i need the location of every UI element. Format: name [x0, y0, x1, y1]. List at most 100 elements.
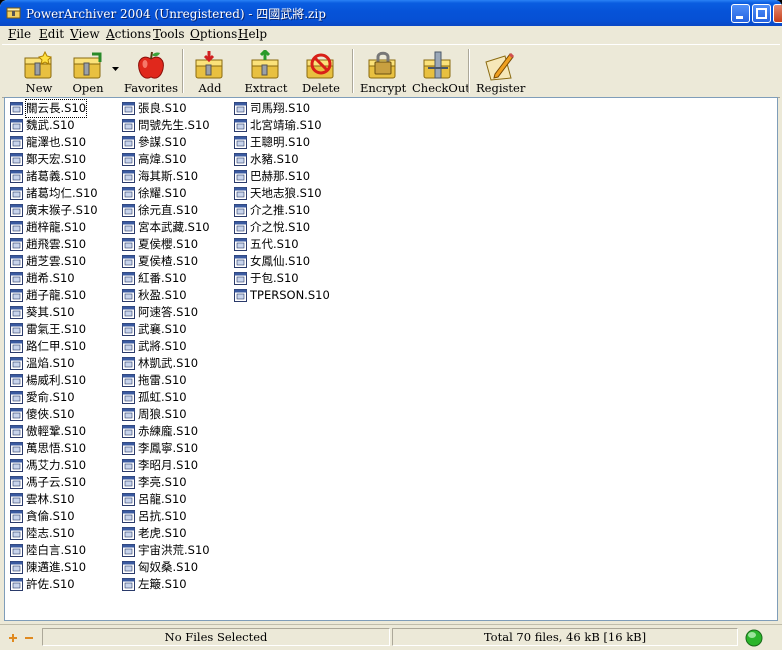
open-dropdown-arrow-icon[interactable]: [112, 67, 119, 72]
file-name: 呂龍.S10: [138, 492, 187, 506]
file-name: 李亮.S10: [138, 475, 187, 489]
file-icon: [10, 408, 23, 421]
file-name: 趙飛雲.S10: [26, 237, 87, 251]
file-name: 武將.S10: [138, 339, 187, 353]
file-icon: [10, 289, 23, 302]
collapse-minus-icon[interactable]: [24, 633, 34, 643]
file-list-pane[interactable]: 關云長.S10 魏武.S10 龍澤也.S10 鄭天宏.S10 諸葛義.S10 諸葛均仁.S…: [4, 97, 778, 621]
file-name: 阿速答.S10: [138, 305, 199, 319]
toolbar-separator: [468, 49, 470, 93]
checkout-button[interactable]: CheckOut: [412, 48, 470, 95]
file-icon: [234, 238, 247, 251]
app-icon[interactable]: [6, 5, 21, 20]
file-name: 左簸.S10: [138, 577, 187, 591]
file-icon: [122, 119, 135, 132]
file-name: 拖雷.S10: [138, 373, 187, 387]
file-icon: [234, 272, 247, 285]
file-name: 李昭月.S10: [138, 458, 199, 472]
menu-view[interactable]: View: [70, 27, 100, 41]
menu-actions[interactable]: Actions: [106, 27, 151, 41]
extract-label: Extract: [244, 81, 288, 95]
file-icon: [10, 119, 23, 132]
file-name: 陸白言.S10: [26, 543, 87, 557]
file-icon: [122, 238, 135, 251]
file-icon: [10, 527, 23, 540]
file-icon: [234, 255, 247, 268]
file-name: 鄭天宏.S10: [26, 152, 87, 166]
file-icon: [122, 340, 135, 353]
file-name: 李鳳寧.S10: [138, 441, 199, 455]
open-button[interactable]: Open: [64, 48, 112, 95]
title-bar[interactable]: PowerArchiver 2004 (Unregistered) - 四國武將…: [0, 0, 782, 26]
favorites-button[interactable]: Favorites: [124, 48, 178, 95]
file-name: 老虎.S10: [138, 526, 187, 540]
app-window: PowerArchiver 2004 (Unregistered) - 四國武將…: [0, 0, 782, 650]
file-name: 趙希.S10: [26, 271, 75, 285]
file-icon: [10, 476, 23, 489]
encrypt-label: Encrypt: [360, 81, 407, 95]
file-name: 許佐.S10: [26, 577, 75, 591]
file-name: 武襄.S10: [138, 322, 187, 336]
file-icon: [122, 493, 135, 506]
file-name: 孤虹.S10: [138, 390, 187, 404]
total-files-status: Total 70 files, 46 kB [16 kB]: [392, 628, 738, 646]
register-pencil-icon: [485, 52, 515, 81]
file-icon: [234, 102, 247, 115]
menu-options[interactable]: Options: [190, 27, 237, 41]
open-label: Open: [72, 81, 104, 95]
expand-plus-icon[interactable]: [8, 633, 18, 643]
minimize-icon: [736, 16, 743, 19]
file-icon: [122, 510, 135, 523]
file-name: 林凱武.S10: [138, 356, 199, 370]
file-name: 貪倫.S10: [26, 509, 75, 523]
file-name: 周狼.S10: [138, 407, 187, 421]
encrypt-button[interactable]: Encrypt: [360, 48, 406, 95]
lock-icon: [368, 51, 396, 79]
file-icon: [10, 561, 23, 574]
file-icon: [122, 204, 135, 217]
menu-bar: File Edit View Actions Tools Options Hel…: [0, 26, 782, 43]
file-icon: [10, 357, 23, 370]
file-icon: [122, 272, 135, 285]
new-button[interactable]: New: [16, 48, 62, 95]
file-icon: [122, 374, 135, 387]
file-icon: [10, 187, 23, 200]
file-icon: [122, 442, 135, 455]
extract-button[interactable]: Extract: [242, 48, 290, 95]
add-button[interactable]: Add: [190, 48, 230, 95]
menu-tools[interactable]: Tools: [153, 27, 185, 41]
file-icon: [10, 459, 23, 472]
toolbar-separator: [182, 49, 184, 93]
extract-files-icon: [251, 50, 279, 79]
menu-file[interactable]: File: [8, 27, 31, 41]
delete-button[interactable]: Delete: [300, 48, 342, 95]
menu-help[interactable]: Help: [238, 27, 267, 41]
file-name: 天地志狼.S10: [250, 186, 322, 200]
file-icon: [122, 425, 135, 438]
file-name: 五代.S10: [250, 237, 299, 251]
file-name: 路仁甲.S10: [26, 339, 87, 353]
file-icon: [122, 187, 135, 200]
file-icon: [122, 255, 135, 268]
file-icon: [122, 221, 135, 234]
close-button[interactable]: [773, 4, 782, 23]
file-name: 夏侯櫻.S10: [138, 237, 199, 251]
file-icon: [122, 102, 135, 115]
minimize-button[interactable]: [731, 4, 750, 23]
restore-icon: [756, 8, 767, 19]
file-icon: [122, 357, 135, 370]
file-icon: [10, 255, 23, 268]
menu-edit[interactable]: Edit: [39, 27, 64, 41]
file-icon: [122, 476, 135, 489]
file-name: 葵其.S10: [26, 305, 75, 319]
file-icon: [234, 136, 247, 149]
file-icon: [10, 272, 23, 285]
restore-button[interactable]: [752, 4, 771, 23]
file-name: 北宮靖瑜.S10: [250, 118, 322, 132]
file-icon: [122, 578, 135, 591]
file-icon: [10, 510, 23, 523]
register-button[interactable]: Register: [476, 48, 525, 95]
file-name: 海其斯.S10: [138, 169, 199, 183]
file-icon: [122, 289, 135, 302]
file-icon: [122, 153, 135, 166]
